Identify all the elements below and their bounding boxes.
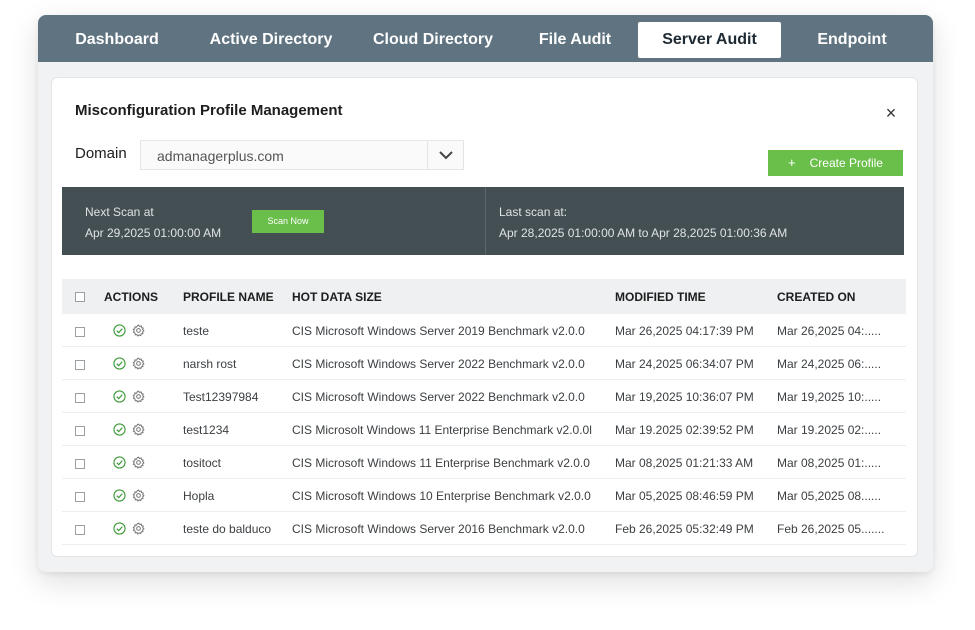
modified-time-cell: Mar 26,2025 04:17:39 PM — [615, 324, 754, 338]
check-circle-icon[interactable] — [113, 324, 126, 337]
modified-time-cell: Mar 24,2025 06:34:07 PM — [615, 357, 754, 371]
last-scan-value: Apr 28,2025 01:00:00 AM to Apr 28,2025 0… — [499, 226, 788, 240]
next-scan-label: Next Scan at — [85, 205, 154, 219]
created-on-cell: Mar 08,2025 01:..... — [777, 456, 882, 470]
table-body: teste CIS Microsoft Windows Server 2019 B… — [62, 314, 906, 545]
profile-name-cell[interactable]: Hopla — [183, 489, 214, 503]
check-circle-icon[interactable] — [113, 489, 126, 502]
table-row[interactable]: Test12397984 CIS Microsoft Windows Server… — [62, 380, 906, 413]
header-profile-name[interactable]: PROFILE NAME — [183, 290, 274, 304]
profile-name-cell[interactable]: narsh rost — [183, 357, 236, 371]
tab-server-audit[interactable]: Server Audit — [638, 22, 781, 58]
created-on-cell: Mar 19,2025 10:..... — [777, 390, 882, 404]
modified-time-cell: Feb 26,2025 05:32:49 PM — [615, 522, 754, 536]
profile-name-cell[interactable]: test1234 — [183, 423, 229, 437]
row-checkbox[interactable] — [75, 360, 85, 370]
create-profile-label: Create Profile — [809, 156, 883, 170]
gear-icon[interactable] — [132, 456, 145, 469]
hot-data-size-cell: CIS Microsoft Windows Server 2019 Benchm… — [292, 324, 585, 338]
next-scan-section: Next Scan at Apr 29,2025 01:00:00 AM Sca… — [62, 187, 486, 255]
gear-icon[interactable] — [132, 324, 145, 337]
close-icon[interactable]: × — [883, 104, 899, 122]
profile-name-cell[interactable]: tositoct — [183, 456, 221, 470]
hot-data-size-cell: CIS Microsoft Windows Server 2022 Benchm… — [292, 390, 585, 404]
scan-now-button[interactable]: Scan Now — [252, 210, 324, 233]
tab-cloud-directory[interactable]: Cloud Directory — [366, 22, 500, 58]
check-circle-icon[interactable] — [113, 390, 126, 403]
domain-label: Domain — [75, 145, 127, 162]
gear-icon[interactable] — [132, 390, 145, 403]
table-row[interactable]: teste do balduco CIS Microsoft Windows Se… — [62, 512, 906, 545]
table-row[interactable]: Hopla CIS Microsoft Windows 10 Enterprise… — [62, 479, 906, 512]
gear-icon[interactable] — [132, 522, 145, 535]
top-navigation: Dashboard Active Directory Cloud Directo… — [38, 15, 933, 62]
table-row[interactable]: narsh rost CIS Microsoft Windows Server 2… — [62, 347, 906, 380]
created-on-cell: Feb 26,2025 05....... — [777, 522, 885, 536]
tab-dashboard[interactable]: Dashboard — [58, 22, 176, 58]
last-scan-label: Last scan at: — [499, 205, 568, 219]
dialog-title: Misconfiguration Profile Management — [75, 102, 343, 119]
profile-name-cell[interactable]: Test12397984 — [183, 390, 258, 404]
check-circle-icon[interactable] — [113, 423, 126, 436]
row-checkbox[interactable] — [75, 525, 85, 535]
created-on-cell: Mar 26,2025 04:..... — [777, 324, 882, 338]
modified-time-cell: Mar 05,2025 08:46:59 PM — [615, 489, 754, 503]
check-circle-icon[interactable] — [113, 357, 126, 370]
tab-endpoint[interactable]: Endpoint — [798, 22, 906, 58]
check-circle-icon[interactable] — [113, 522, 126, 535]
profile-name-cell[interactable]: teste — [183, 324, 209, 338]
app-window: Dashboard Active Directory Cloud Directo… — [38, 15, 933, 572]
table-row[interactable]: tositoct CIS Microsoft Windows 11 Enterpr… — [62, 446, 906, 479]
next-scan-value: Apr 29,2025 01:00:00 AM — [85, 226, 222, 240]
scan-status-bar: Next Scan at Apr 29,2025 01:00:00 AM Sca… — [62, 187, 904, 255]
profile-name-cell[interactable]: teste do balduco — [183, 522, 271, 536]
created-on-cell: Mar 24,2025 06:..... — [777, 357, 882, 371]
gear-icon[interactable] — [132, 357, 145, 370]
profiles-table: ACTIONS PROFILE NAME HOT DATA SIZE MODIF… — [62, 279, 906, 545]
table-row[interactable]: test1234 CIS Microsolt Windows 11 Enterpr… — [62, 413, 906, 446]
table-row[interactable]: teste CIS Microsoft Windows Server 2019 B… — [62, 314, 906, 347]
domain-select[interactable]: admanagerplus.com — [140, 140, 464, 170]
check-circle-icon[interactable] — [113, 456, 126, 469]
modified-time-cell: Mar 19,2025 10:36:07 PM — [615, 390, 754, 404]
modified-time-cell: Mar 08,2025 01:21:33 AM — [615, 456, 754, 470]
gear-icon[interactable] — [132, 423, 145, 436]
header-hot-data-size[interactable]: HOT DATA SIZE — [292, 290, 382, 304]
hot-data-size-cell: CIS Microsoft Windows Server 2022 Benchm… — [292, 357, 585, 371]
row-checkbox[interactable] — [75, 327, 85, 337]
row-checkbox[interactable] — [75, 459, 85, 469]
create-profile-button[interactable]: + Create Profile — [768, 150, 903, 176]
row-checkbox[interactable] — [75, 492, 85, 502]
row-checkbox[interactable] — [75, 426, 85, 436]
select-all-checkbox[interactable] — [75, 292, 85, 302]
hot-data-size-cell: CIS Microsoft Windows 11 Enterprise Benc… — [292, 456, 590, 470]
gear-icon[interactable] — [132, 489, 145, 502]
header-modified-time[interactable]: MODIFIED TIME — [615, 290, 706, 304]
plus-icon: + — [788, 155, 796, 170]
header-created-on[interactable]: CREATED ON — [777, 290, 855, 304]
modified-time-cell: Mar 19.2025 02:39:52 PM — [615, 423, 754, 437]
row-checkbox[interactable] — [75, 393, 85, 403]
hot-data-size-cell: CIS Microsolt Windows 11 Enterprise Benc… — [292, 423, 592, 437]
header-actions: ACTIONS — [104, 290, 158, 304]
created-on-cell: Mar 19.2025 02:..... — [777, 423, 882, 437]
created-on-cell: Mar 05,2025 08...... — [777, 489, 882, 503]
hot-data-size-cell: CIS Microsoft Windows 10 Enterprise Benc… — [292, 489, 591, 503]
hot-data-size-cell: CIS Microsoft Windows Server 2016 Benchm… — [292, 522, 585, 536]
domain-select-value: admanagerplus.com — [157, 148, 284, 164]
table-header: ACTIONS PROFILE NAME HOT DATA SIZE MODIF… — [62, 279, 906, 314]
tab-file-audit[interactable]: File Audit — [528, 22, 622, 58]
tab-active-directory[interactable]: Active Directory — [196, 22, 346, 58]
chevron-down-icon[interactable] — [427, 141, 463, 169]
misconfiguration-dialog: Misconfiguration Profile Management × Do… — [51, 77, 918, 557]
